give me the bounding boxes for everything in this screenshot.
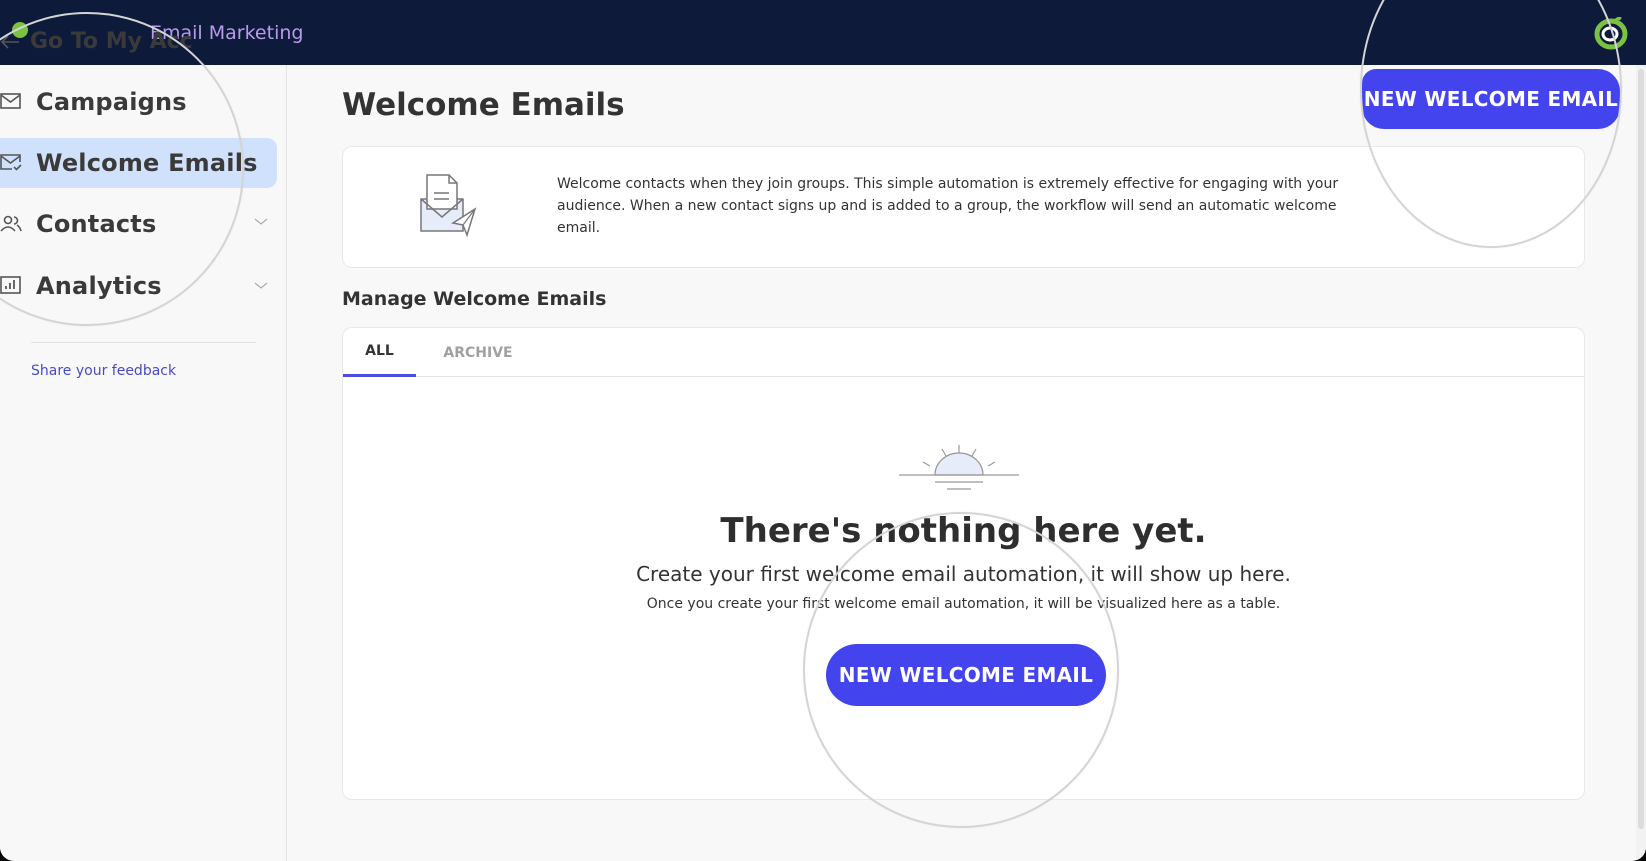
page-scrollbar[interactable] <box>1636 65 1646 861</box>
envelope-check-icon <box>0 154 22 171</box>
tab-all[interactable]: ALL <box>343 328 416 377</box>
chevron-down-icon[interactable] <box>254 281 268 291</box>
users-icon <box>0 215 22 232</box>
brand-swirl-logo-icon[interactable] <box>1594 14 1628 50</box>
page-title: Welcome Emails <box>342 87 625 123</box>
envelope-icon <box>0 93 21 109</box>
tab-archive[interactable]: ARCHIVE <box>423 328 533 377</box>
sidebar-item-contacts[interactable]: Contacts <box>0 199 277 249</box>
chevron-down-icon[interactable] <box>254 217 268 227</box>
empty-state-description: Once you create your first welcome email… <box>646 596 1281 612</box>
sunrise-icon <box>899 445 1019 490</box>
welcome-emails-panel: ALL ARCHIVE There's nothing here yet. Cr… <box>342 327 1585 800</box>
section-title: Manage Welcome Emails <box>342 288 607 310</box>
empty-state-subtitle: Create your first welcome email automati… <box>636 562 1291 586</box>
sidebar-item-campaigns[interactable]: Campaigns <box>0 77 277 127</box>
tab-bar: ALL ARCHIVE <box>343 328 1584 377</box>
bar-chart-icon <box>0 276 21 294</box>
arrow-left-icon <box>0 35 19 49</box>
sidebar-divider <box>31 342 256 343</box>
info-description: Welcome contacts when they join groups. … <box>557 176 1339 236</box>
sidebar-item-label: Welcome Emails <box>36 149 258 177</box>
info-card: Welcome contacts when they join groups. … <box>342 146 1585 268</box>
go-to-my-account-label: Go To My Acc <box>30 29 193 54</box>
empty-state: There's nothing here yet. Create your fi… <box>343 377 1584 801</box>
scrollbar-thumb[interactable] <box>1638 69 1644 829</box>
app-window: Email Marketing Go To My Acc Campaigns W… <box>0 0 1646 861</box>
new-welcome-email-button[interactable]: NEW WELCOME EMAIL <box>1362 69 1620 129</box>
sidebar-item-label: Contacts <box>36 210 157 238</box>
sidebar-item-label: Campaigns <box>36 88 187 116</box>
main-content: Welcome Emails NEW WELCOME EMAIL Welcome… <box>288 65 1634 861</box>
sidebar: Go To My Acc Campaigns Welcome Emails Co… <box>0 29 287 861</box>
new-welcome-email-button-center[interactable]: NEW WELCOME EMAIL <box>826 644 1106 706</box>
envelope-paper-plane-icon <box>420 174 477 237</box>
sidebar-item-welcome-emails[interactable]: Welcome Emails <box>0 138 277 188</box>
share-feedback-link[interactable]: Share your feedback <box>31 363 176 379</box>
top-bar: Email Marketing <box>0 0 1646 65</box>
sidebar-item-analytics[interactable]: Analytics <box>0 261 277 311</box>
sidebar-item-label: Analytics <box>36 272 162 300</box>
empty-state-title: There's nothing here yet. <box>720 511 1207 551</box>
